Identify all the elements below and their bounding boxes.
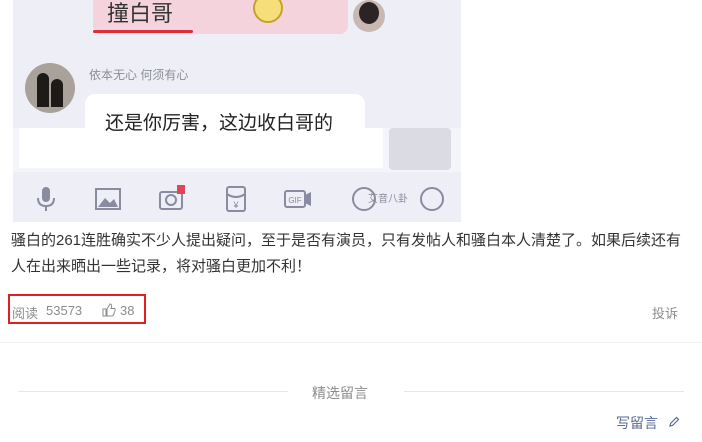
write-comment-link[interactable]: 写留言 <box>616 413 658 433</box>
self-chat-bubble: 撞白哥 <box>93 0 348 34</box>
svg-text:¥: ¥ <box>232 200 239 210</box>
report-link[interactable]: 投诉 <box>652 303 678 322</box>
like-count: 38 <box>120 303 135 318</box>
gif-icon: GIF <box>283 184 313 214</box>
avatar <box>353 0 385 32</box>
read-label: 阅读 <box>12 306 39 321</box>
embedded-chat-screenshot: 撞白哥 依本无心 何须有心 还是你厉害，这边收白哥的 ¥ GIF <box>13 0 461 222</box>
thumbs-up-icon[interactable] <box>102 303 116 317</box>
divider <box>404 391 684 392</box>
redpacket-icon: ¥ <box>221 184 251 214</box>
other-bubble-text: 还是你厉害，这边收白哥的 <box>105 113 334 134</box>
red-underline <box>93 30 193 33</box>
article-paragraph: 骚白的261连胜确实不少人提出疑问，至于是否有演员，只有发帖人和骚白本人清楚了。… <box>11 232 682 275</box>
send-button <box>389 128 451 170</box>
divider <box>0 342 702 343</box>
emoji-icon <box>253 0 283 23</box>
self-bubble-text: 撞白哥 <box>107 1 174 26</box>
image-icon <box>93 184 123 214</box>
pencil-icon[interactable] <box>668 415 680 427</box>
camera-icon <box>157 184 187 214</box>
other-chat-bubble: 还是你厉害，这边收白哥的 <box>85 94 365 138</box>
read-count: 53573 <box>46 303 83 318</box>
microphone-icon <box>31 184 61 214</box>
chat-user-name: 依本无心 何须有心 <box>89 68 189 82</box>
svg-text:GIF: GIF <box>288 196 301 205</box>
plus-icon <box>417 184 447 214</box>
section-title: 精选留言 <box>312 385 368 401</box>
avatar <box>25 63 75 113</box>
divider <box>18 391 288 392</box>
watermark: 艾音八卦 <box>368 194 408 205</box>
